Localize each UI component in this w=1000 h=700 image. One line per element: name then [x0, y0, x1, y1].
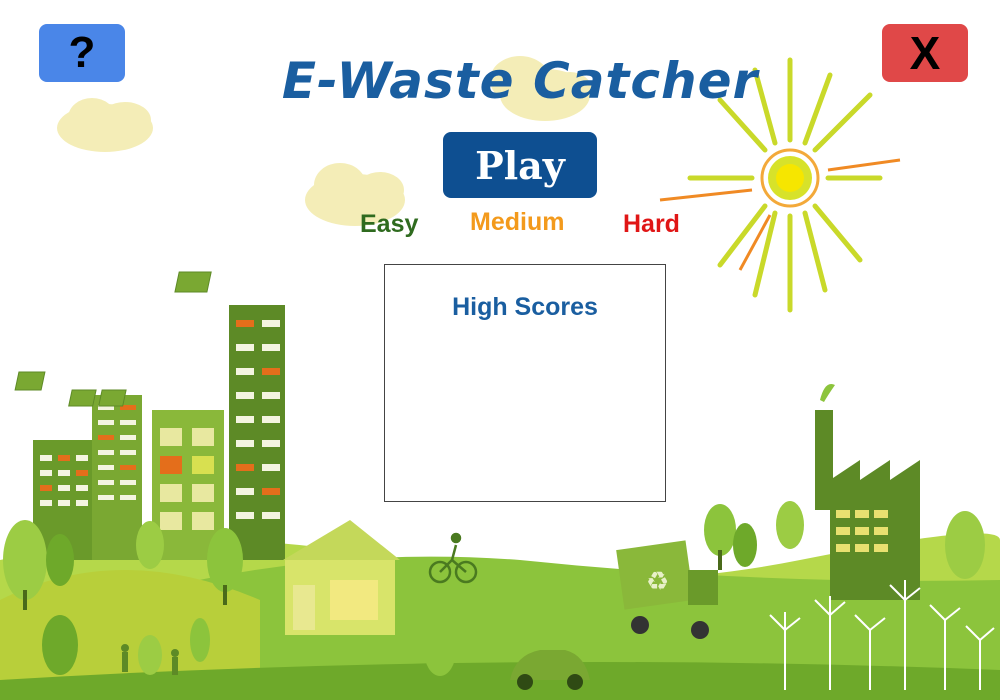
high-scores-title: High Scores [452, 293, 598, 321]
help-button[interactable]: ? [39, 24, 125, 82]
help-button-label: ? [68, 28, 96, 77]
play-button[interactable]: Play [443, 132, 597, 198]
high-scores-panel: High Scores [384, 264, 666, 502]
recycle-icon: ♻ [646, 567, 669, 597]
close-button-label: X [909, 27, 941, 79]
factory-icon [815, 384, 920, 600]
difficulty-easy-button[interactable]: Easy [360, 210, 418, 239]
play-button-label: Play [475, 142, 565, 188]
game-title: E-Waste Catcher [281, 52, 759, 110]
difficulty-medium-button[interactable]: Medium [470, 208, 564, 237]
house [283, 520, 400, 635]
building [33, 305, 285, 560]
cloud [57, 98, 153, 152]
difficulty-hard-button[interactable]: Hard [623, 210, 680, 239]
close-button[interactable]: X [882, 24, 968, 82]
